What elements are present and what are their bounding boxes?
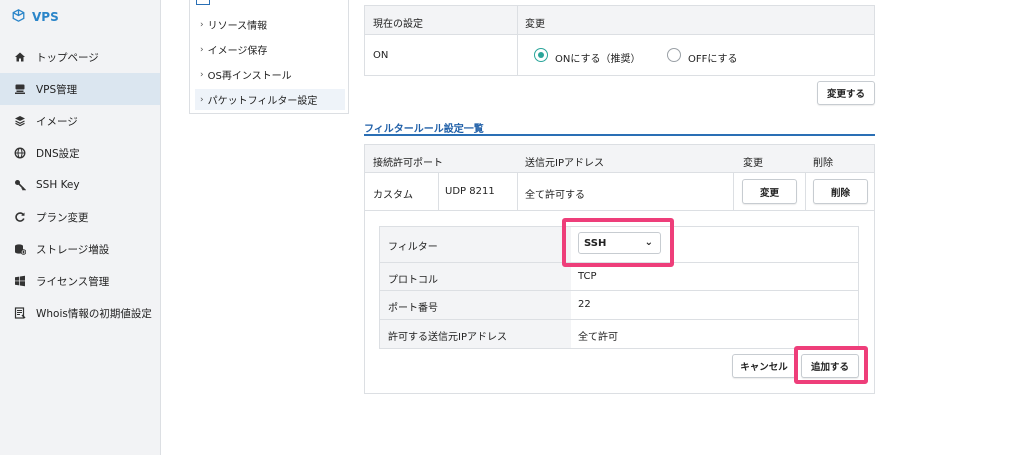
col-current-label: 現在の設定	[373, 19, 423, 30]
sidebar-item-top[interactable]: トップページ	[0, 41, 160, 73]
section-divider	[364, 134, 875, 136]
header-port: 接続許可ポート	[373, 158, 443, 169]
column-divider	[517, 6, 518, 75]
submenu-item-packet-filter[interactable]: › パケットフィルター設定	[195, 89, 345, 110]
form-row-protocol: プロトコル TCP	[379, 262, 859, 291]
submenu-item-label: OS再インストール	[207, 71, 292, 82]
sidebar-item-vps[interactable]: VPS管理	[0, 73, 160, 105]
edit-rule-button[interactable]: 変更	[742, 179, 797, 204]
submenu-item-image-save[interactable]: › イメージ保存	[195, 39, 345, 60]
form-row-source-ip: 許可する送信元IPアドレス 全て許可	[379, 319, 859, 349]
header-edit: 変更	[743, 158, 763, 169]
rule-name: カスタム	[373, 190, 413, 201]
filter-select[interactable]: SSH ⌄	[578, 232, 661, 254]
sidebar-item-storage[interactable]: ストレージ増設	[0, 233, 160, 265]
sidebar-item-image[interactable]: イメージ	[0, 105, 160, 137]
cancel-button[interactable]: キャンセル	[732, 354, 796, 378]
sidebar-nav: トップページ VPS管理 イメージ DNS設定 SSH Key プラン変更 スト…	[0, 41, 160, 329]
sidebar-item-ssh-key[interactable]: SSH Key	[0, 169, 160, 201]
submenu-item-label: パケットフィルター設定	[207, 96, 318, 107]
cube-icon	[12, 9, 25, 25]
sidebar-item-label: ストレージ増設	[36, 243, 110, 256]
sidebar-item-label: ライセンス管理	[36, 275, 110, 288]
sidebar-item-label: トップページ	[36, 51, 99, 64]
sidebar-item-label: イメージ	[36, 115, 78, 128]
filter-label: フィルター	[388, 242, 438, 253]
add-button[interactable]: 追加する	[801, 354, 859, 378]
change-button[interactable]: 変更する	[817, 81, 875, 105]
header-delete: 削除	[813, 158, 833, 169]
home-icon	[14, 51, 26, 63]
source-ip-value: 全て許可	[578, 332, 618, 343]
sidebar-item-plan-change[interactable]: プラン変更	[0, 201, 160, 233]
column-divider	[438, 173, 439, 211]
port-label: ポート番号	[388, 303, 438, 314]
sidebar-item-whois[interactable]: Whois情報の初期値設定	[0, 297, 160, 329]
server-icon	[14, 83, 26, 95]
sidebar: VPS トップページ VPS管理 イメージ DNS設定 SSH Key プラン変…	[0, 0, 161, 455]
chevron-right-icon: ›	[200, 94, 204, 105]
vps-submenu: › リソース情報 › イメージ保存 › OS再インストール › パケットフィルタ…	[189, 0, 349, 114]
layers-icon	[14, 115, 26, 127]
delete-rule-button[interactable]: 削除	[813, 179, 868, 204]
submenu-item-resource[interactable]: › リソース情報	[195, 14, 345, 35]
windows-icon	[14, 275, 26, 287]
radio-on[interactable]	[534, 48, 548, 62]
key-icon	[14, 179, 26, 191]
refresh-icon	[14, 211, 26, 223]
col-change-label: 変更	[525, 19, 545, 30]
chevron-down-icon: ⌄	[644, 237, 653, 248]
protocol-value: TCP	[578, 271, 597, 282]
submenu-tab-icon	[196, 0, 210, 5]
rules-table: 接続許可ポート 送信元IPアドレス 変更 削除 カスタム UDP 8211 全て…	[364, 144, 875, 211]
submenu-item-os-reinstall[interactable]: › OS再インストール	[195, 64, 345, 85]
sidebar-item-label: VPS管理	[36, 83, 78, 96]
storage-icon	[14, 243, 26, 255]
column-divider	[517, 173, 518, 211]
current-value: ON	[373, 50, 389, 61]
chevron-right-icon: ›	[200, 19, 204, 30]
document-icon	[14, 307, 26, 319]
rules-section-title: フィルタールール設定一覧	[364, 124, 484, 135]
protocol-label: プロトコル	[388, 275, 438, 286]
submenu-item-label: リソース情報	[207, 21, 268, 32]
submenu-item-label: イメージ保存	[207, 46, 268, 57]
brand-name: VPS	[32, 10, 59, 24]
current-setting-panel: 現在の設定 変更 ON ONにする（推奨） OFFにする	[364, 5, 875, 76]
sidebar-item-label: DNS設定	[36, 147, 80, 160]
radio-on-label[interactable]: ONにする（推奨）	[555, 50, 640, 65]
chevron-right-icon: ›	[200, 44, 204, 55]
sidebar-item-label: プラン変更	[36, 211, 89, 224]
column-divider	[805, 173, 806, 211]
sidebar-item-dns[interactable]: DNS設定	[0, 137, 160, 169]
rule-source-ip: 全て許可する	[525, 190, 585, 201]
column-divider	[733, 173, 734, 211]
radio-off-label[interactable]: OFFにする	[688, 50, 737, 65]
filter-select-value: SSH	[584, 237, 607, 249]
port-value: 22	[578, 299, 591, 310]
sidebar-item-label: SSH Key	[36, 179, 80, 191]
current-setting-header	[365, 6, 874, 35]
radio-off[interactable]	[667, 48, 681, 62]
brand[interactable]: VPS	[12, 9, 59, 25]
rule-port: UDP 8211	[445, 186, 495, 197]
globe-icon	[14, 147, 26, 159]
header-source-ip: 送信元IPアドレス	[525, 158, 604, 169]
chevron-right-icon: ›	[200, 69, 204, 80]
sidebar-item-license[interactable]: ライセンス管理	[0, 265, 160, 297]
form-row-port: ポート番号 22	[379, 290, 859, 320]
sidebar-item-label: Whois情報の初期値設定	[36, 307, 152, 320]
source-ip-label: 許可する送信元IPアドレス	[388, 332, 507, 343]
